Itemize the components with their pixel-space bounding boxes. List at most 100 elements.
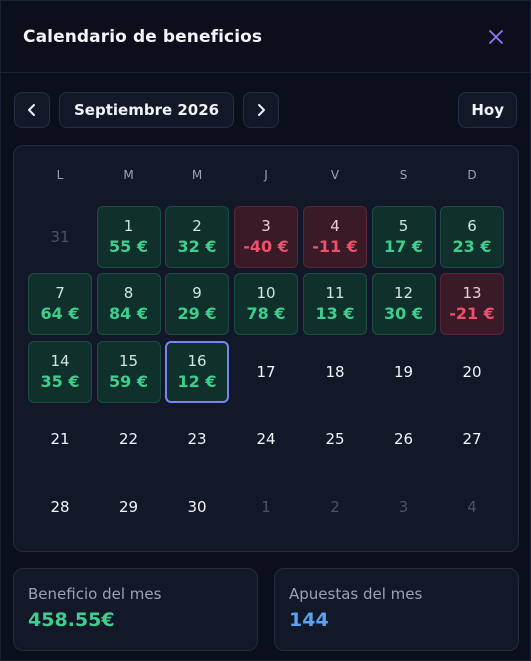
monthly-profit-value: 458.55€ <box>28 609 115 631</box>
calendar-day[interactable]: 8 84 € <box>96 273 161 335</box>
day-number: 27 <box>462 430 482 448</box>
weekday-header: V <box>330 168 340 182</box>
calendar-day[interactable]: 3 <box>372 476 436 538</box>
day-profit: 23 € <box>452 237 492 256</box>
panel-title: Calendario de beneficios <box>23 26 263 47</box>
day-number: 1 <box>261 498 271 516</box>
calendar-day[interactable]: 19 <box>372 341 436 403</box>
current-month-label: Septiembre 2026 <box>59 92 235 128</box>
calendar-day[interactable]: 11 13 € <box>303 273 367 335</box>
monthly-bets-value: 144 <box>289 609 329 631</box>
day-number: 11 <box>325 284 345 302</box>
calendar-day[interactable]: 6 23 € <box>440 206 504 268</box>
day-profit: 84 € <box>109 304 148 323</box>
day-number: 24 <box>256 430 276 448</box>
calendar-day[interactable]: 9 29 € <box>165 273 229 335</box>
calendar-day[interactable]: 17 <box>234 341 298 403</box>
calendar-day[interactable]: 4 -11 € <box>303 206 367 268</box>
calendar-day[interactable]: 7 64 € <box>28 273 92 335</box>
calendar-day[interactable]: 18 <box>303 341 367 403</box>
calendar-day[interactable]: 21 <box>28 408 92 470</box>
day-number: 17 <box>256 363 276 381</box>
day-number: 21 <box>50 430 70 448</box>
day-number: 14 <box>50 352 70 370</box>
calendar-day[interactable]: 24 <box>234 408 298 470</box>
calendar-day[interactable]: 30 <box>165 476 229 538</box>
day-number: 6 <box>467 217 477 235</box>
day-profit: 59 € <box>109 372 148 391</box>
day-number: 8 <box>123 284 134 302</box>
calendar-day[interactable]: 14 35 € <box>28 341 92 403</box>
calendar-day[interactable]: 5 17 € <box>371 206 436 268</box>
day-profit: 13 € <box>315 304 355 323</box>
weekday-header: L <box>56 168 64 182</box>
calendar-day[interactable]: 29 <box>97 476 161 538</box>
calendar-day[interactable]: 20 <box>440 341 504 403</box>
day-number: 15 <box>118 352 139 370</box>
monthly-bets-card: Apuestas del mes 144 <box>274 568 519 651</box>
month-toolbar: Septiembre 2026 Hoy <box>14 92 517 128</box>
calendar-day[interactable]: 2 32 € <box>165 206 229 268</box>
day-profit: 30 € <box>384 304 423 323</box>
calendar-day[interactable]: 4 <box>440 476 504 538</box>
day-number: 12 <box>393 284 414 302</box>
weekday-header: S <box>399 168 408 182</box>
day-profit: 17 € <box>384 237 423 256</box>
calendar-day-today[interactable]: 16 12 € <box>165 341 229 403</box>
day-number: 4 <box>330 217 340 235</box>
monthly-profit-card: Beneficio del mes 458.55€ <box>13 568 258 651</box>
next-month-button[interactable] <box>243 92 280 128</box>
calendar-day[interactable]: 25 <box>303 408 367 470</box>
weekday-header: D <box>467 168 477 182</box>
benefits-calendar-panel: Calendario de beneficios Septiembre 2026… <box>0 0 531 661</box>
day-number: 9 <box>192 284 202 302</box>
monthly-profit-label: Beneficio del mes <box>28 585 162 603</box>
day-number: 26 <box>393 430 414 448</box>
calendar-day[interactable]: 12 30 € <box>371 273 436 335</box>
monthly-bets-label: Apuestas del mes <box>289 585 423 603</box>
calendar-day[interactable]: 1 55 € <box>96 206 161 268</box>
day-number: 19 <box>393 363 414 381</box>
day-number: 10 <box>256 284 276 302</box>
previous-month-button[interactable] <box>14 92 50 128</box>
chevron-left-icon <box>28 104 35 116</box>
day-number: 23 <box>187 430 207 448</box>
day-number: 22 <box>118 430 139 448</box>
day-profit: 32 € <box>177 237 217 256</box>
calendar-day[interactable]: 13 -21 € <box>440 273 504 335</box>
calendar-day[interactable]: 3 -40 € <box>234 206 298 268</box>
day-profit: 29 € <box>177 304 217 323</box>
day-number: 7 <box>55 284 65 302</box>
close-button[interactable] <box>484 25 508 49</box>
day-number: 4 <box>467 498 477 516</box>
day-number: 5 <box>398 217 409 235</box>
weekday-header: M <box>123 168 134 182</box>
day-profit: -40 € <box>243 237 289 256</box>
close-icon <box>489 29 503 44</box>
day-profit: 78 € <box>246 304 286 323</box>
day-number: 2 <box>192 217 202 235</box>
weekday-header: M <box>191 168 203 182</box>
calendar-day[interactable]: 10 78 € <box>234 273 298 335</box>
calendar-day[interactable]: 22 <box>97 408 161 470</box>
calendar-day[interactable]: 27 <box>440 408 504 470</box>
day-number: 28 <box>50 498 70 516</box>
calendar-day[interactable]: 15 59 € <box>96 341 161 403</box>
day-number: 18 <box>325 363 345 381</box>
today-button[interactable]: Hoy <box>458 92 517 128</box>
day-number: 16 <box>187 352 207 370</box>
calendar-day[interactable]: 1 <box>234 476 298 538</box>
calendar-day[interactable]: 28 <box>28 476 92 538</box>
day-number: 30 <box>187 498 207 516</box>
day-number: 2 <box>330 498 340 516</box>
day-number: 3 <box>398 498 409 516</box>
calendar-day[interactable]: 26 <box>372 408 436 470</box>
day-profit: 35 € <box>40 372 80 391</box>
day-number: 1 <box>123 217 134 235</box>
day-number: 13 <box>462 284 482 302</box>
day-profit: 55 € <box>109 237 148 256</box>
day-profit: -11 € <box>312 237 358 256</box>
calendar-day[interactable]: 2 <box>303 476 367 538</box>
calendar-day[interactable]: 23 <box>165 408 229 470</box>
calendar-day[interactable]: 31 <box>28 206 92 268</box>
